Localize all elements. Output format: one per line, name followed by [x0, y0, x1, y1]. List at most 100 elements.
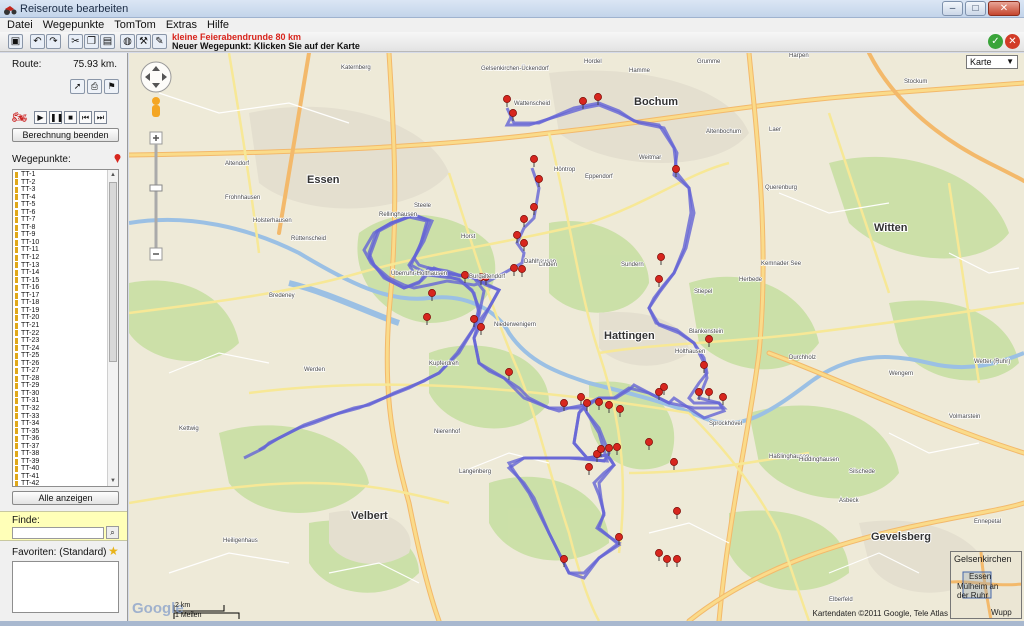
map-canvas[interactable]: Bochum Essen Witten Hattingen Velbert Gevelsb…: [129, 53, 1024, 621]
pegman-icon[interactable]: [152, 97, 160, 117]
waypoint-item[interactable]: TT-5: [15, 201, 107, 209]
waypoint-item[interactable]: TT-10: [15, 239, 107, 247]
waypoint-item[interactable]: TT-21: [15, 322, 107, 330]
add-waypoint-icon[interactable]: [114, 154, 121, 163]
maximize-button[interactable]: □: [965, 1, 986, 16]
overview-map[interactable]: Gelsenkirchen Essen Mülheim an der Ruhr …: [950, 551, 1022, 619]
confirm-icon[interactable]: ✓: [988, 34, 1003, 49]
skip-forward-icon[interactable]: ⏭: [94, 110, 107, 124]
waypoint-item[interactable]: TT-37: [15, 443, 107, 451]
waypoint-item[interactable]: TT-23: [15, 337, 107, 345]
waypoint-item[interactable]: TT-1: [15, 171, 107, 179]
waypoint-item[interactable]: TT-31: [15, 397, 107, 405]
waypoint-item[interactable]: TT-4: [15, 194, 107, 202]
menu-datei[interactable]: Datei: [2, 18, 38, 32]
waypoint-label: TT-13: [21, 261, 40, 269]
waypoint-label: TT-27: [21, 367, 40, 375]
waypoint-item[interactable]: TT-19: [15, 307, 107, 315]
waypoint-item[interactable]: TT-8: [15, 224, 107, 232]
waypoint-item[interactable]: TT-27: [15, 367, 107, 375]
globe-icon[interactable]: ◍: [120, 34, 135, 49]
waypoint-label: TT-23: [21, 337, 40, 345]
waypoint-item[interactable]: TT-40: [15, 465, 107, 473]
redo-icon[interactable]: ↷: [46, 34, 61, 49]
menu-hilfe[interactable]: Hilfe: [202, 18, 234, 32]
route-settings-icon[interactable]: ⚑: [104, 79, 119, 94]
waypoint-label: TT-28: [21, 374, 40, 382]
waypoint-scrollbar[interactable]: ▲ ▼: [107, 170, 118, 486]
waypoint-item[interactable]: TT-9: [15, 231, 107, 239]
undo-icon[interactable]: ↶: [30, 34, 45, 49]
title-bar: Reiseroute bearbeiten – □ ✕: [0, 0, 1024, 18]
edit-icon[interactable]: ✎: [152, 34, 167, 49]
waypoint-item[interactable]: TT-25: [15, 352, 107, 360]
waypoint-item[interactable]: TT-24: [15, 345, 107, 353]
scroll-down-icon[interactable]: ▼: [108, 476, 118, 486]
pan-control[interactable]: [140, 61, 172, 93]
skip-back-icon[interactable]: ⏮: [79, 110, 92, 124]
menu-tomtom[interactable]: TomTom: [109, 18, 161, 32]
play-icon[interactable]: ▶: [34, 110, 47, 124]
stop-icon[interactable]: ■: [64, 110, 77, 124]
waypoint-item[interactable]: TT-16: [15, 284, 107, 292]
waypoint-item[interactable]: TT-42: [15, 480, 107, 486]
waypoint-item[interactable]: TT-39: [15, 458, 107, 466]
waypoint-item[interactable]: TT-32: [15, 405, 107, 413]
waypoint-list[interactable]: TT-1 TT-2 TT-3 TT-4 TT-5 TT-6 TT-7 TT-8 TT-9 TT-1…: [12, 169, 119, 487]
menu-wegepunkte[interactable]: Wegepunkte: [38, 18, 110, 32]
waypoint-item[interactable]: TT-35: [15, 428, 107, 436]
waypoint-item[interactable]: TT-22: [15, 329, 107, 337]
minimize-button[interactable]: –: [942, 1, 963, 16]
waypoint-item[interactable]: TT-13: [15, 262, 107, 270]
waypoint-item[interactable]: TT-34: [15, 420, 107, 428]
pause-icon[interactable]: ❚❚: [49, 110, 63, 124]
waypoint-item[interactable]: TT-7: [15, 216, 107, 224]
waypoint-item[interactable]: TT-36: [15, 435, 107, 443]
map-place-label: Asbeck: [839, 498, 860, 504]
waypoint-item[interactable]: TT-29: [15, 382, 107, 390]
map-place-label: Kupferdreh: [429, 361, 459, 367]
waypoint-item[interactable]: TT-2: [15, 179, 107, 187]
favorites-list[interactable]: [12, 561, 119, 613]
scroll-thumb[interactable]: [109, 182, 117, 362]
map-type-select[interactable]: Karte ▼: [966, 55, 1018, 69]
map-place-label: Hiddinghausen: [799, 457, 839, 463]
waypoint-item[interactable]: TT-41: [15, 473, 107, 481]
waypoint-flag-icon: [15, 307, 18, 314]
waypoint-item[interactable]: TT-12: [15, 254, 107, 262]
waypoint-item[interactable]: TT-33: [15, 413, 107, 421]
copy-icon[interactable]: ❐: [84, 34, 99, 49]
route-share-icon[interactable]: ➚: [70, 79, 85, 94]
map-view[interactable]: Bochum Essen Witten Hattingen Velbert Gevelsb…: [129, 53, 1024, 621]
waypoint-item[interactable]: TT-38: [15, 450, 107, 458]
find-input[interactable]: [12, 527, 104, 539]
calc-end-button[interactable]: Berechnung beenden: [12, 128, 119, 142]
save-icon[interactable]: ▣: [8, 34, 23, 49]
waypoints-label: Wegepunkte:: [12, 154, 71, 165]
scroll-up-icon[interactable]: ▲: [108, 170, 118, 180]
paste-icon[interactable]: ▤: [100, 34, 115, 49]
waypoint-item[interactable]: TT-18: [15, 299, 107, 307]
waypoint-item[interactable]: TT-11: [15, 246, 107, 254]
waypoint-item[interactable]: TT-30: [15, 390, 107, 398]
tools-icon[interactable]: ⚒: [136, 34, 151, 49]
map-place-label: Durchholz: [789, 355, 816, 361]
show-all-button[interactable]: Alle anzeigen: [12, 491, 119, 505]
route-print-icon[interactable]: ⎙: [87, 79, 102, 94]
waypoint-item[interactable]: TT-14: [15, 269, 107, 277]
waypoint-item[interactable]: TT-28: [15, 375, 107, 383]
cut-icon[interactable]: ✂: [68, 34, 83, 49]
window-controls: – □ ✕: [942, 1, 1020, 16]
menu-extras[interactable]: Extras: [161, 18, 202, 32]
close-button[interactable]: ✕: [988, 1, 1020, 16]
waypoint-item[interactable]: TT-15: [15, 277, 107, 285]
star-icon[interactable]: ★: [108, 545, 120, 557]
waypoint-item[interactable]: TT-6: [15, 209, 107, 217]
find-go-icon[interactable]: ⌕: [106, 526, 119, 539]
window-title: Reiseroute bearbeiten: [20, 3, 129, 15]
waypoint-item[interactable]: TT-20: [15, 314, 107, 322]
waypoint-item[interactable]: TT-26: [15, 360, 107, 368]
waypoint-item[interactable]: TT-3: [15, 186, 107, 194]
cancel-icon[interactable]: ✕: [1005, 34, 1020, 49]
waypoint-item[interactable]: TT-17: [15, 292, 107, 300]
